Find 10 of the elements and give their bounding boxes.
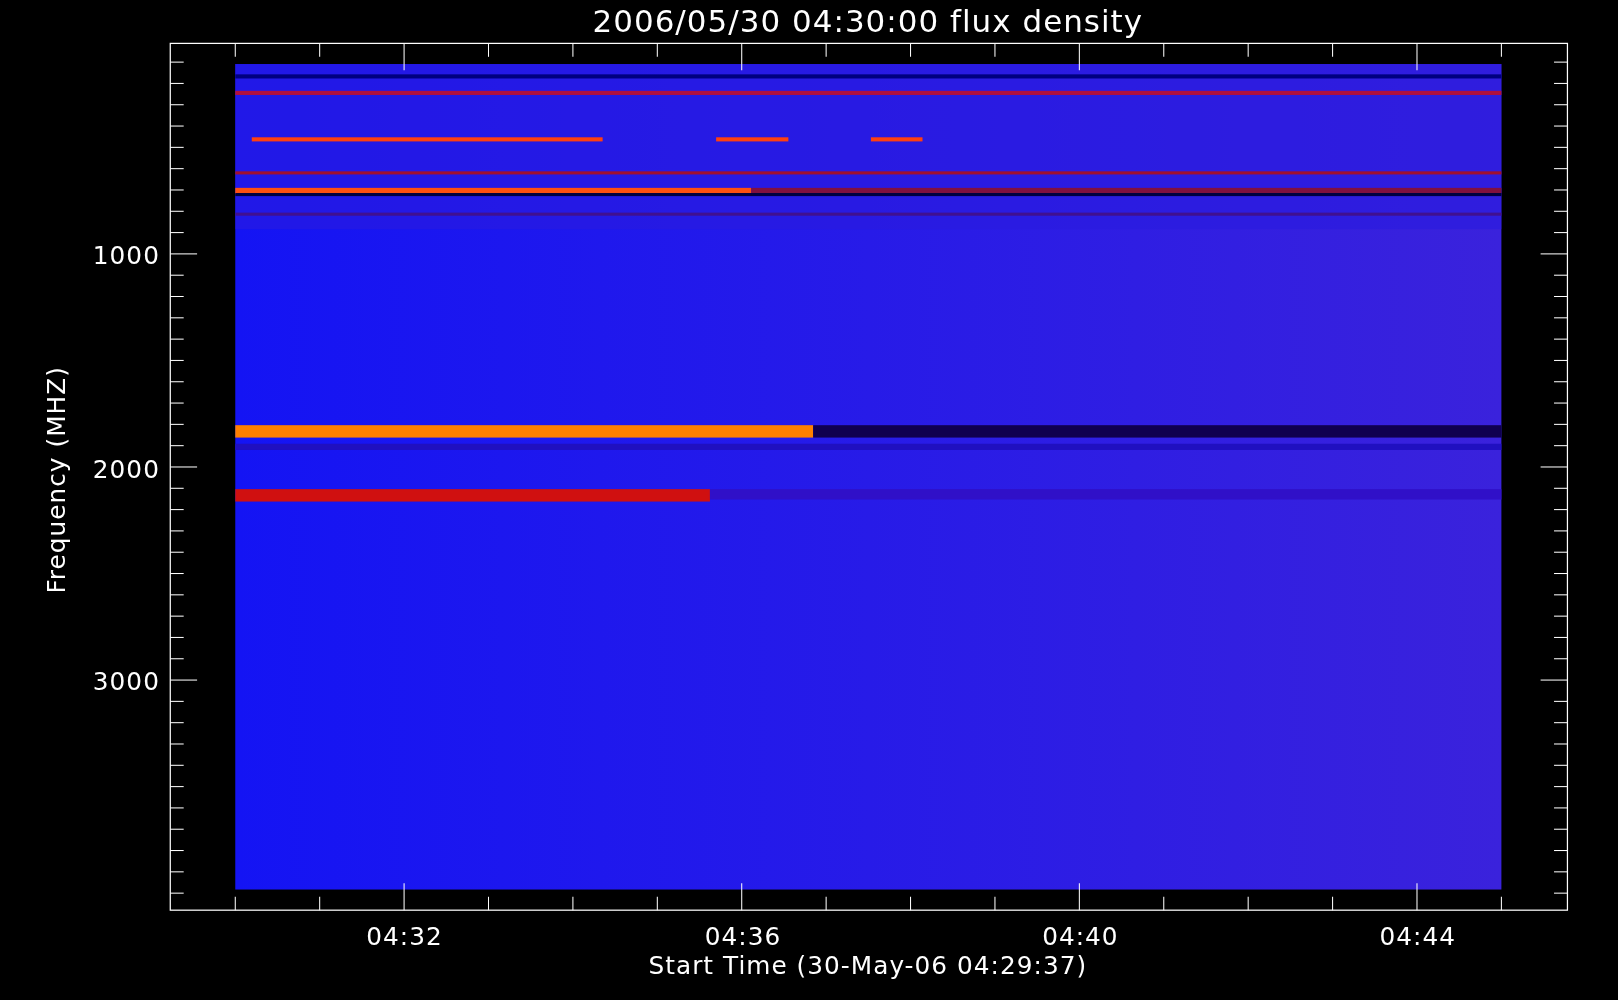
y-tick-label: 3000 bbox=[92, 667, 160, 697]
x-tick-label: 04:36 bbox=[704, 922, 782, 952]
x-axis-label: Start Time (30-May-06 04:29:37) bbox=[648, 951, 1088, 981]
chart-title: 2006/05/30 04:30:00 flux density bbox=[592, 3, 1144, 40]
y-tick-label: 2000 bbox=[92, 454, 160, 484]
x-tick-label: 04:44 bbox=[1379, 922, 1457, 952]
x-tick-label: 04:32 bbox=[366, 922, 443, 952]
y-tick-label: 1000 bbox=[92, 241, 160, 271]
x-tick-label: 04:40 bbox=[1042, 922, 1119, 952]
y-axis-label: Frequency (MHZ) bbox=[42, 366, 71, 594]
